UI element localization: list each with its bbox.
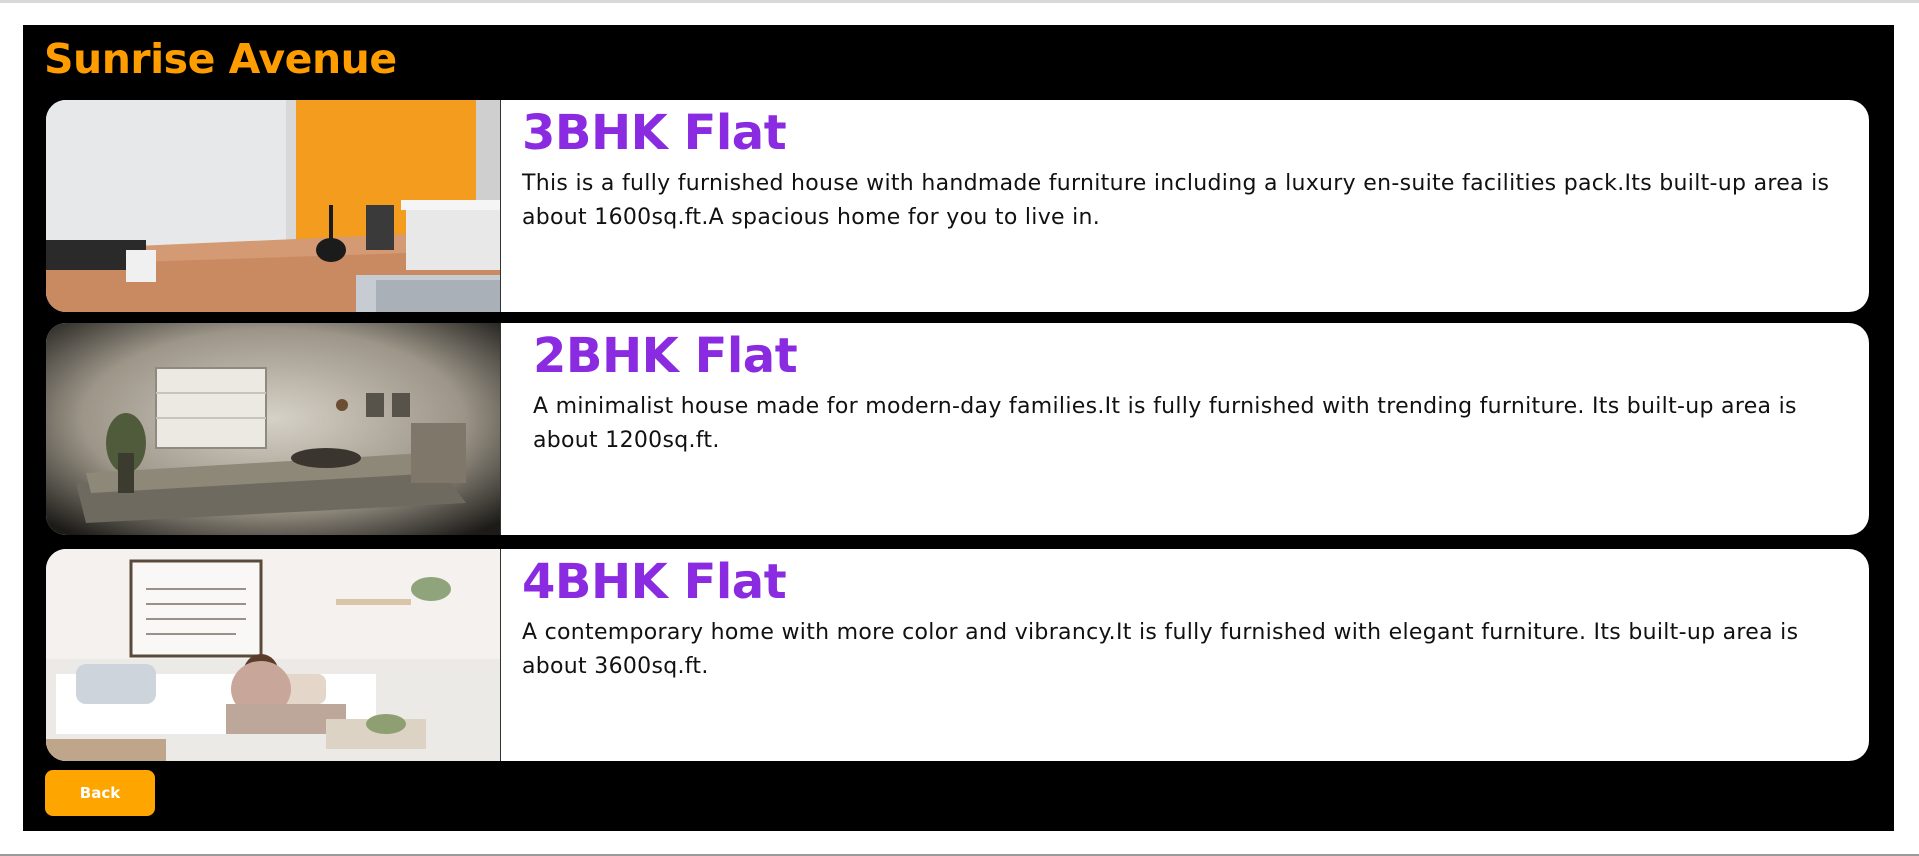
- listing-photo-3bhk: [46, 100, 501, 312]
- listing-description: This is a fully furnished house with han…: [522, 171, 1830, 230]
- top-divider: [0, 0, 1919, 3]
- back-button[interactable]: Back: [45, 770, 155, 816]
- listing-description: A contemporary home with more color and …: [522, 620, 1799, 679]
- listing-card-3bhk[interactable]: 3BHK Flat This is a fully furnished hous…: [46, 100, 1869, 312]
- listing-panel: Sunrise Avenue 3BHK Flat This is a fully…: [23, 25, 1894, 831]
- listing-description: A minimalist house made for modern-day f…: [533, 394, 1797, 453]
- listing-title: 2BHK Flat: [533, 328, 798, 384]
- page-title: Sunrise Avenue: [44, 35, 397, 83]
- listing-card-4bhk[interactable]: 4BHK Flat A contemporary home with more …: [46, 549, 1869, 761]
- listing-card-2bhk[interactable]: 2BHK Flat A minimalist house made for mo…: [46, 323, 1869, 535]
- listing-title: 3BHK Flat: [522, 105, 787, 161]
- listing-photo-2bhk: [46, 323, 501, 535]
- listing-title: 4BHK Flat: [522, 554, 787, 610]
- listing-photo-4bhk: [46, 549, 501, 761]
